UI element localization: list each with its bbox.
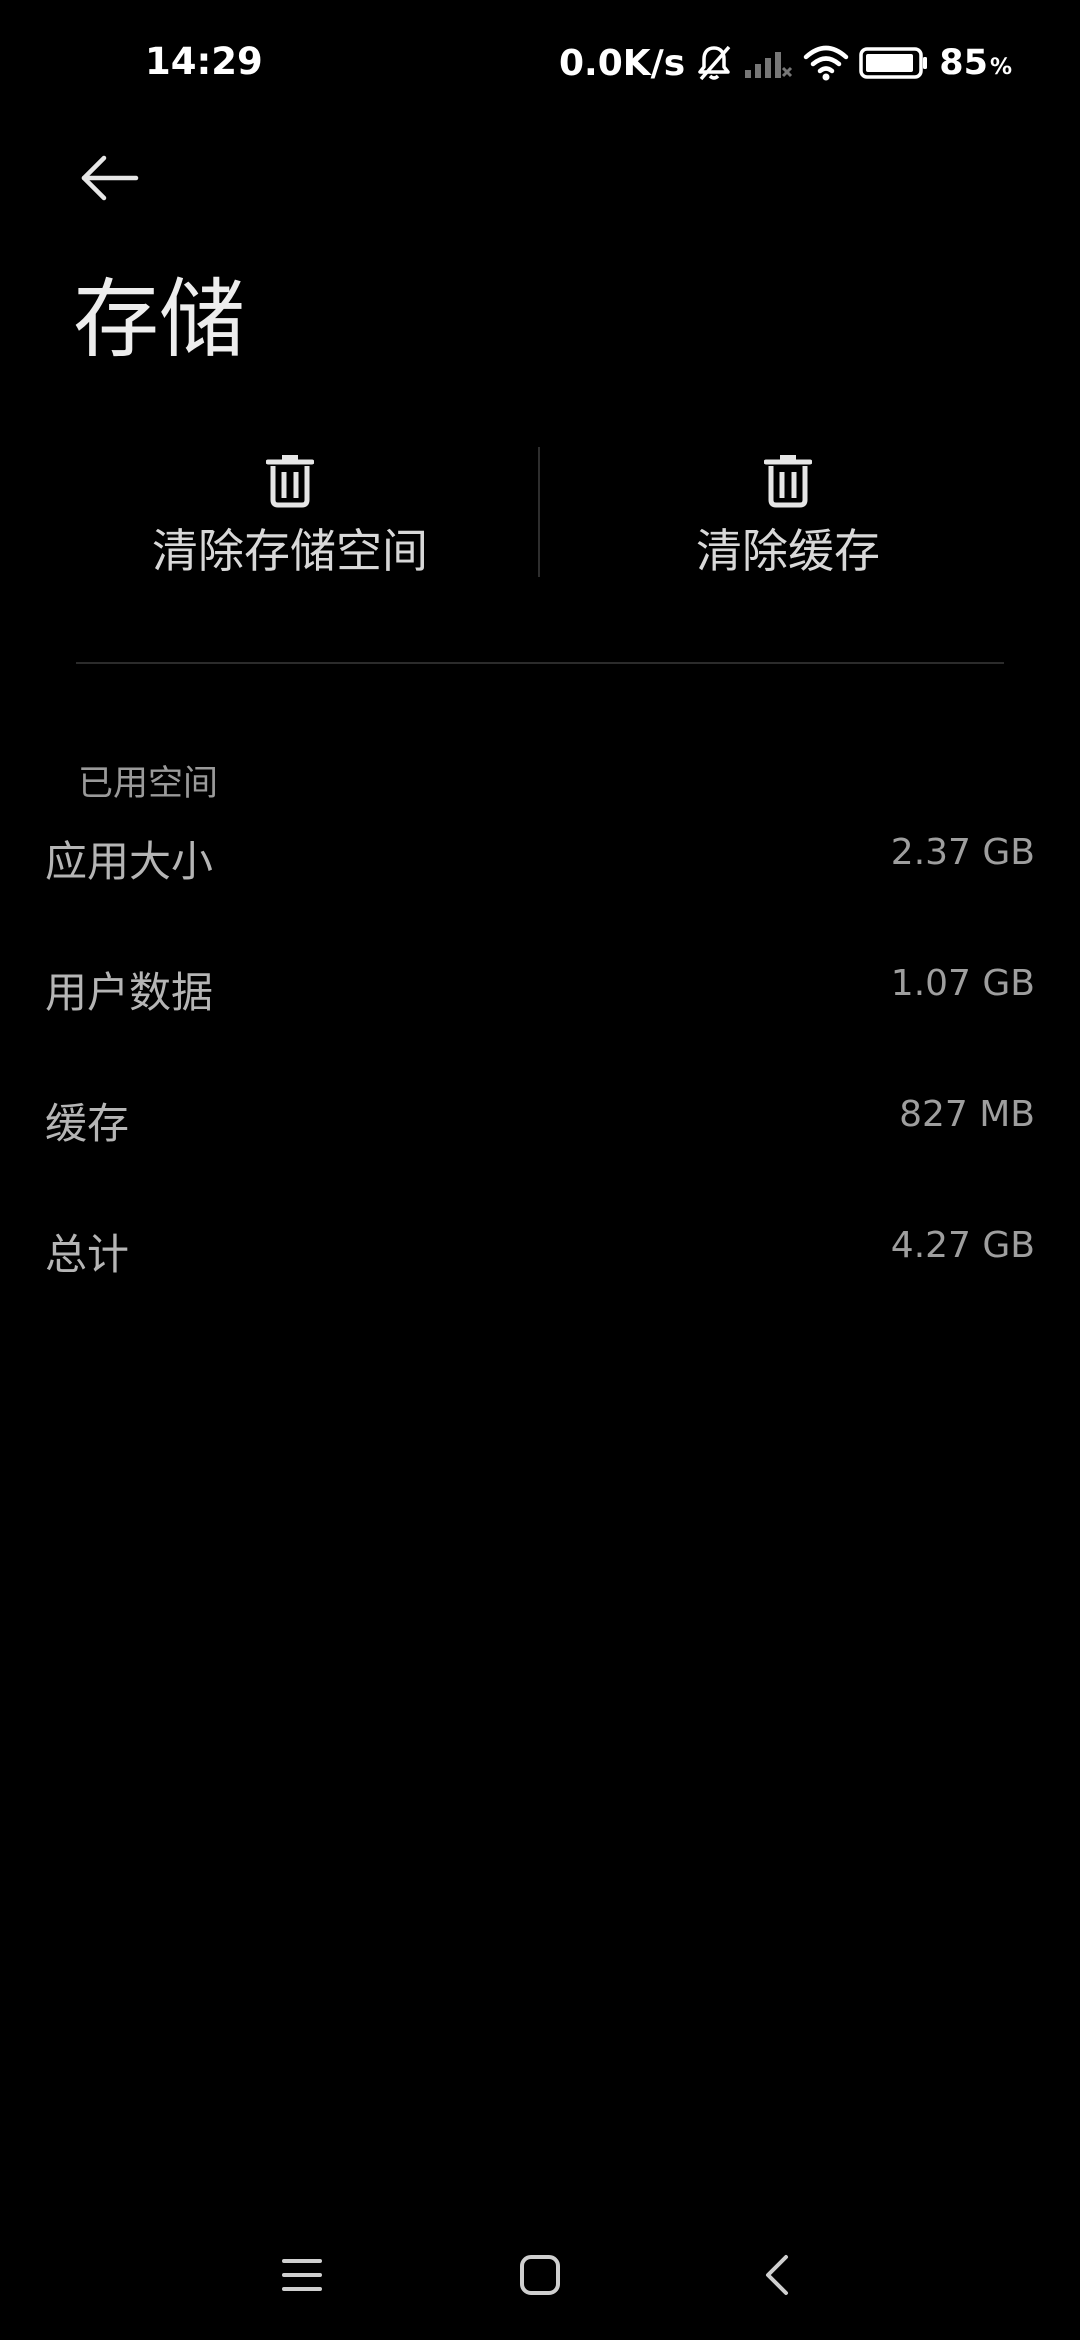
- battery-icon: [859, 46, 929, 80]
- storage-row-cache: 缓存 827 MB: [0, 1052, 1080, 1183]
- storage-row-total: 总计 4.27 GB: [0, 1183, 1080, 1314]
- storage-row-user-data: 用户数据 1.07 GB: [0, 921, 1080, 1052]
- storage-row-label: 总计: [45, 1230, 130, 1279]
- clear-storage-button[interactable]: 清除存储空间: [100, 445, 480, 590]
- section-divider: [76, 662, 1004, 664]
- back-icon: [766, 2255, 788, 2295]
- storage-row-label: 应用大小: [45, 837, 214, 886]
- status-bar: 14:29 0.0K/s 85%: [0, 0, 1080, 130]
- storage-row-value: 4.27 GB: [890, 1225, 1035, 1266]
- nav-home-button[interactable]: [500, 2240, 580, 2310]
- signal-icon: [743, 46, 793, 80]
- battery-unit: %: [989, 55, 1012, 80]
- clear-cache-button[interactable]: 清除缓存: [600, 445, 976, 590]
- battery-percentage: 85%: [939, 43, 1012, 83]
- trash-icon: [764, 455, 812, 508]
- navigation-bar: [0, 2220, 1080, 2330]
- arrow-left-icon: [81, 155, 139, 201]
- storage-row-value: 827 MB: [899, 1094, 1035, 1135]
- storage-row-label: 用户数据: [45, 968, 214, 1017]
- action-row: 清除存储空间 清除缓存: [0, 445, 1080, 590]
- bell-off-icon: [695, 43, 733, 83]
- menu-icon: [282, 2259, 322, 2291]
- status-time: 14:29: [145, 40, 263, 83]
- clear-cache-label: 清除缓存: [696, 524, 880, 578]
- battery-level: 85: [939, 43, 988, 83]
- trash-icon: [266, 455, 314, 508]
- action-divider: [538, 447, 540, 577]
- network-speed: 0.0K/s: [558, 42, 686, 84]
- storage-row-app-size: 应用大小 2.37 GB: [0, 790, 1080, 921]
- page-title: 存储: [73, 270, 245, 370]
- wifi-icon: [803, 45, 849, 81]
- storage-row-label: 缓存: [45, 1099, 130, 1148]
- storage-row-value: 2.37 GB: [890, 832, 1035, 873]
- nav-back-button[interactable]: [737, 2240, 817, 2310]
- home-icon: [520, 2255, 560, 2295]
- status-icons: 0.0K/s 85%: [559, 38, 1012, 88]
- clear-storage-label: 清除存储空间: [152, 524, 428, 578]
- storage-row-value: 1.07 GB: [890, 963, 1035, 1004]
- back-button[interactable]: [62, 130, 158, 226]
- storage-list: 应用大小 2.37 GB 用户数据 1.07 GB 缓存 827 MB 总计 4…: [0, 790, 1080, 1314]
- nav-menu-button[interactable]: [262, 2240, 342, 2310]
